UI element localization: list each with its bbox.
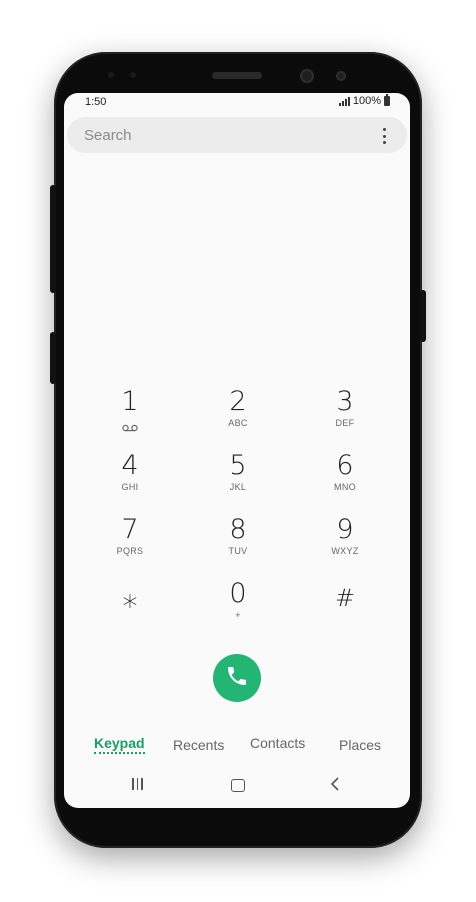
key-8[interactable]: 8 TUV xyxy=(203,515,273,571)
back-icon[interactable] xyxy=(330,776,340,797)
tab-keypad[interactable]: Keypad xyxy=(94,735,145,754)
key-star[interactable]: ⁎ xyxy=(95,583,165,639)
status-bar: 1:50 100% xyxy=(64,93,410,111)
key-digit: 8 xyxy=(229,514,247,545)
key-digit: 3 xyxy=(336,386,354,417)
search-placeholder: Search xyxy=(84,127,132,144)
key-digit: 9 xyxy=(336,514,354,545)
key-letters: PQRS xyxy=(116,546,144,556)
battery-icon xyxy=(384,94,390,106)
light-sensor xyxy=(130,72,136,78)
star-icon: ⁎ xyxy=(122,580,138,615)
recent-apps-icon[interactable] xyxy=(132,778,143,790)
tab-bar: Keypad Recents Contacts Places xyxy=(64,733,410,761)
key-5[interactable]: 5 JKL xyxy=(203,451,273,507)
search-bar[interactable]: Search xyxy=(67,117,407,153)
key-digit: 4 xyxy=(121,450,139,481)
key-4[interactable]: 4 GHI xyxy=(95,451,165,507)
key-digit: 1 xyxy=(121,386,139,417)
earpiece-speaker xyxy=(212,72,262,79)
key-2[interactable]: 2 ABC xyxy=(203,387,273,443)
key-7[interactable]: 7 PQRS xyxy=(95,515,165,571)
key-letters: TUV xyxy=(228,546,248,556)
key-letters: DEF xyxy=(335,418,355,428)
bixby-button xyxy=(50,332,56,384)
key-digit: 2 xyxy=(229,386,247,417)
iris-scanner xyxy=(336,71,346,81)
key-letters: JKL xyxy=(229,482,247,492)
screen: 1:50 100% Search 1 2 ABC 3 DEF 4 GHI 5 J… xyxy=(64,93,410,808)
key-digit: 5 xyxy=(229,450,247,481)
key-6[interactable]: 6 MNO xyxy=(310,451,380,507)
key-digit: 0 xyxy=(229,578,247,609)
voicemail-icon xyxy=(122,419,138,437)
tab-contacts[interactable]: Contacts xyxy=(250,735,305,751)
navigation-bar xyxy=(64,771,410,808)
power-button xyxy=(420,290,426,342)
phone-icon xyxy=(225,664,249,693)
call-button[interactable] xyxy=(213,654,261,702)
status-indicators: 100% xyxy=(338,94,390,107)
key-9[interactable]: 9 WXYZ xyxy=(310,515,380,571)
key-digit: 6 xyxy=(336,450,354,481)
key-letters: MNO xyxy=(334,482,356,492)
key-hash[interactable]: # xyxy=(310,583,380,639)
battery-percent: 100% xyxy=(352,95,381,107)
key-letters: GHI xyxy=(121,482,139,492)
key-0[interactable]: 0 + xyxy=(203,579,273,635)
more-vert-icon[interactable] xyxy=(382,128,386,144)
front-camera xyxy=(300,69,314,83)
status-time: 1:50 xyxy=(85,96,107,108)
key-1[interactable]: 1 xyxy=(95,387,165,443)
key-letters: ABC xyxy=(228,418,248,428)
key-letters: WXYZ xyxy=(331,546,359,556)
signal-icon xyxy=(338,96,350,106)
key-3[interactable]: 3 DEF xyxy=(310,387,380,443)
volume-button xyxy=(50,185,56,293)
key-digit: 7 xyxy=(121,514,139,545)
proximity-sensor xyxy=(108,72,114,78)
tab-recents[interactable]: Recents xyxy=(173,737,224,753)
hash-icon: # xyxy=(334,584,356,612)
home-icon[interactable] xyxy=(231,779,245,792)
tab-places[interactable]: Places xyxy=(339,737,381,753)
key-letters: + xyxy=(235,610,241,620)
